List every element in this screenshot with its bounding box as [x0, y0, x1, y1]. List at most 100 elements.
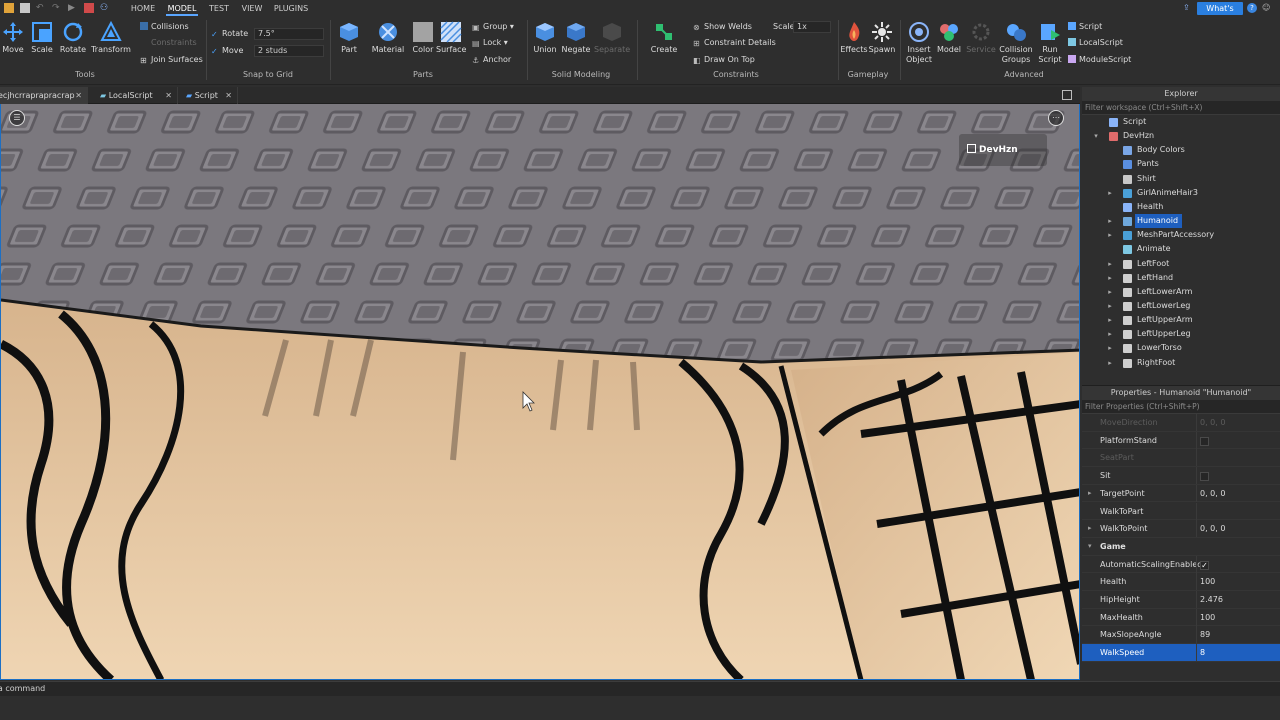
collisions-toggle[interactable]: Collisions: [140, 22, 189, 31]
explorer-item[interactable]: Pants: [1082, 157, 1280, 171]
property-row[interactable]: MaxHealth 100: [1082, 608, 1280, 627]
explorer-item[interactable]: Health: [1082, 200, 1280, 214]
redo-icon[interactable]: ↷: [52, 3, 62, 13]
properties-filter-input[interactable]: Filter Properties (Ctrl+Shift+P): [1082, 400, 1280, 414]
explorer-item[interactable]: ▸ GirlAnimeHair3: [1082, 186, 1280, 200]
property-value[interactable]: 100: [1200, 609, 1215, 626]
script-button[interactable]: Script: [1068, 22, 1102, 31]
expand-icon[interactable]: ▸: [1106, 214, 1114, 228]
expand-icon[interactable]: ▸: [1106, 313, 1114, 327]
explorer-item[interactable]: ▸ MeshPartAccessory: [1082, 228, 1280, 242]
explorer-item[interactable]: ▸ LeftLowerArm: [1082, 285, 1280, 299]
explorer-item[interactable]: ▸ LowerTorso: [1082, 341, 1280, 355]
help-icon[interactable]: ?: [1247, 3, 1257, 13]
lock-button[interactable]: ▤ Lock ▾: [472, 38, 508, 48]
anchor-button[interactable]: ⚓ Anchor: [472, 55, 511, 65]
maximize-icon[interactable]: [1062, 90, 1072, 100]
localscript-button[interactable]: LocalScript: [1068, 38, 1123, 47]
explorer-item[interactable]: Animate: [1082, 242, 1280, 256]
close-icon[interactable]: ✕: [75, 87, 82, 104]
explorer-item[interactable]: ▸ LeftLowerLeg: [1082, 299, 1280, 313]
explorer-item[interactable]: ▸ LeftUpperArm: [1082, 313, 1280, 327]
scale-button[interactable]: Scale: [28, 21, 56, 54]
tab-model[interactable]: MODEL: [166, 2, 198, 16]
transform-button[interactable]: Transform: [90, 21, 132, 54]
property-value[interactable]: 0, 0, 0: [1200, 414, 1225, 431]
explorer-item[interactable]: ▾ DevHzn: [1082, 129, 1280, 143]
expand-icon[interactable]: ▸: [1106, 327, 1114, 341]
expand-icon[interactable]: ▸: [1088, 485, 1092, 502]
explorer-item[interactable]: Script: [1082, 115, 1280, 129]
command-bar-input[interactable]: Run a command: [0, 681, 1280, 696]
rotate-snap-field[interactable]: 7.5°: [254, 28, 324, 40]
whats-new-button[interactable]: What's New: [1197, 2, 1243, 26]
close-icon[interactable]: ✕: [225, 87, 232, 104]
tab-localscript[interactable]: ▰ LocalScript ✕: [96, 87, 178, 104]
team-icon[interactable]: ⚇: [100, 3, 110, 13]
explorer-item[interactable]: ▸ RightFoot: [1082, 356, 1280, 370]
undo-icon[interactable]: ↶: [36, 3, 46, 13]
part-button[interactable]: Part: [334, 21, 364, 54]
tab-view[interactable]: VIEW: [238, 2, 266, 16]
constraint-details-button[interactable]: ⊞ Constraint Details: [693, 38, 776, 48]
run-script-button[interactable]: Run Script: [1036, 21, 1064, 65]
collapse-icon[interactable]: ▾: [1088, 538, 1092, 555]
tab-script[interactable]: ▰ Script ✕: [182, 87, 238, 104]
property-row[interactable]: Health 100: [1082, 573, 1280, 591]
explorer-filter-input[interactable]: Filter workspace (Ctrl+Shift+X): [1082, 101, 1280, 115]
property-checkbox[interactable]: [1200, 472, 1209, 482]
expand-icon[interactable]: ▸: [1106, 299, 1114, 313]
expand-icon[interactable]: ▸: [1106, 228, 1114, 242]
property-row[interactable]: MaxSlopeAngle 89: [1082, 626, 1280, 645]
model-button[interactable]: Model: [934, 21, 964, 54]
property-value[interactable]: 0, 0, 0: [1200, 485, 1225, 502]
create-constraint-button[interactable]: Create: [646, 21, 682, 54]
join-surfaces-toggle[interactable]: ⊞ Join Surfaces: [140, 55, 203, 65]
property-value[interactable]: 89: [1200, 626, 1210, 643]
expand-icon[interactable]: ▸: [1106, 257, 1114, 271]
share-icon[interactable]: ⇪: [1183, 3, 1192, 12]
property-row[interactable]: WalkToPart: [1082, 502, 1280, 521]
move-snap-toggle[interactable]: ✓ Move: [211, 46, 243, 56]
property-row[interactable]: PlatformStand: [1082, 431, 1280, 450]
property-value[interactable]: 2.476: [1200, 591, 1223, 608]
property-row[interactable]: WalkSpeed 8: [1082, 644, 1280, 662]
property-checkbox[interactable]: ✓: [1200, 560, 1209, 570]
explorer-item[interactable]: ▸ LeftHand: [1082, 271, 1280, 285]
save-icon[interactable]: [20, 3, 30, 13]
explorer-item[interactable]: Body Colors: [1082, 143, 1280, 157]
expand-icon[interactable]: ▸: [1088, 520, 1092, 537]
expand-icon[interactable]: ▸: [1106, 285, 1114, 299]
property-value[interactable]: 8: [1200, 644, 1205, 661]
group-button[interactable]: ▣ Group ▾: [472, 22, 514, 32]
tab-home[interactable]: HOME: [128, 2, 158, 16]
property-row[interactable]: Sit: [1082, 467, 1280, 485]
effects-button[interactable]: Effects: [840, 21, 868, 54]
property-row[interactable]: AutomaticScalingEnabled ✓: [1082, 555, 1280, 574]
property-row[interactable]: ▸ TargetPoint 0, 0, 0: [1082, 484, 1280, 503]
show-welds-button[interactable]: ⊗ Show Welds: [693, 22, 752, 32]
tab-test[interactable]: TEST: [206, 2, 232, 16]
explorer-item[interactable]: ▸ Humanoid: [1082, 214, 1280, 229]
file-icon[interactable]: [4, 3, 14, 13]
property-value[interactable]: 100: [1200, 573, 1215, 590]
expand-icon[interactable]: ▸: [1106, 341, 1114, 355]
move-button[interactable]: Move: [0, 21, 26, 54]
tab-place[interactable]: ecjhcrraprapracrap ✕: [0, 87, 88, 104]
expand-icon[interactable]: ▸: [1106, 356, 1114, 370]
stop-icon[interactable]: [84, 3, 94, 13]
property-row[interactable]: ▸ WalkToPoint 0, 0, 0: [1082, 520, 1280, 538]
3d-viewport[interactable]: ☰ ⋯ DevHzn: [0, 104, 1080, 680]
expand-icon[interactable]: ▸: [1106, 271, 1114, 285]
move-snap-field[interactable]: 2 studs: [254, 45, 324, 57]
property-checkbox[interactable]: [1200, 436, 1209, 446]
rotate-button[interactable]: Rotate: [58, 21, 88, 54]
user-icon[interactable]: ☺: [1262, 3, 1274, 13]
property-value[interactable]: 0, 0, 0: [1200, 520, 1225, 537]
explorer-item[interactable]: ▸ LeftUpperLeg: [1082, 327, 1280, 341]
chat-icon[interactable]: ☰: [9, 110, 25, 126]
property-row[interactable]: HipHeight 2.476: [1082, 591, 1280, 609]
constraint-scale-field[interactable]: 1x: [793, 21, 831, 33]
property-row[interactable]: SeatPart: [1082, 449, 1280, 468]
rotate-snap-toggle[interactable]: ✓ Rotate: [211, 29, 248, 39]
